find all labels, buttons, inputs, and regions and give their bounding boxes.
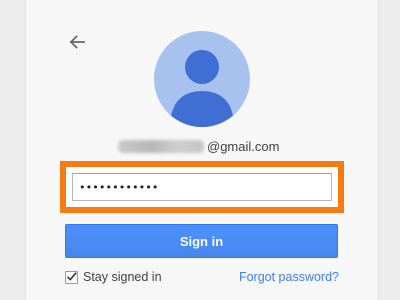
password-highlight-box: [60, 161, 344, 213]
stay-signed-in-label: Stay signed in: [83, 270, 162, 284]
checkmark-icon: [66, 271, 77, 281]
forgot-password-link[interactable]: Forgot password?: [239, 268, 339, 286]
user-silhouette-icon: [170, 50, 234, 127]
stay-signed-in-checkbox[interactable]: [65, 270, 78, 284]
stay-signed-in[interactable]: Stay signed in: [65, 268, 162, 286]
back-button[interactable]: [67, 32, 87, 52]
arrow-left-icon: [69, 35, 85, 49]
password-field[interactable]: [72, 173, 332, 201]
redacted-username: [118, 139, 204, 153]
email-suffix: @gmail.com: [207, 138, 280, 154]
account-email: @gmail.com: [118, 136, 338, 156]
avatar: [154, 31, 250, 127]
sign-in-button[interactable]: Sign in: [65, 224, 338, 258]
